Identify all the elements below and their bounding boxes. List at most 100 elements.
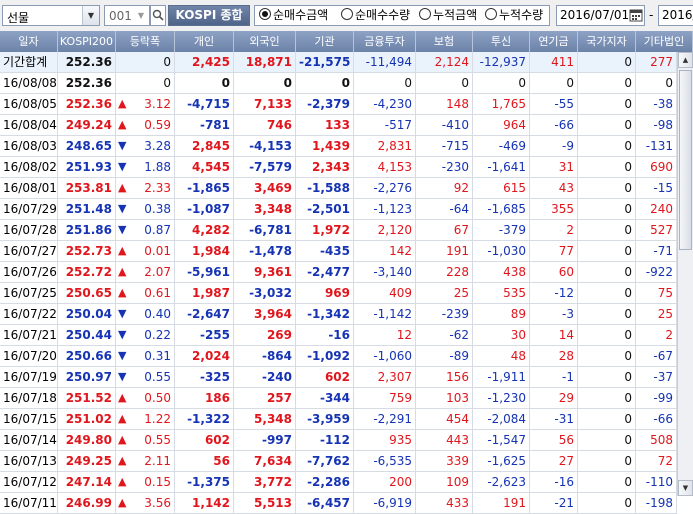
table-row[interactable]: 16/07/28 251.86 0.87 ▼ 4,282 -6,781 1,972 2,120… <box>0 220 677 241</box>
other-corp-cell: -15 <box>636 178 677 198</box>
index-button[interactable]: KOSPI 종합 <box>168 5 250 26</box>
radio-unchecked-icon <box>485 8 497 20</box>
calendar-icon[interactable] <box>629 8 643 22</box>
table-row[interactable]: 16/07/22 250.04 0.40 ▼ -2,647 3,964 -1,342 -1,1… <box>0 304 677 325</box>
table-row[interactable]: 16/07/20 250.66 0.31 ▼ 2,024 -864 -1,092 -1,060… <box>0 346 677 367</box>
change-cell: 0.59 ▲ <box>116 115 175 135</box>
table-row[interactable]: 16/07/14 249.80 0.55 ▲ 602 -997 -112 935 443 -1,5… <box>0 430 677 451</box>
kospi200-cell: 250.66 <box>58 346 116 366</box>
table-row[interactable]: 16/08/03 248.65 3.28 ▼ 2,845 -4,153 1,439 2,831… <box>0 136 677 157</box>
date-cell: 16/07/22 <box>0 304 58 324</box>
date-cell: 16/07/26 <box>0 262 58 282</box>
date-cell: 16/07/14 <box>0 430 58 450</box>
code-select[interactable]: 001 ▼ <box>104 5 150 26</box>
table-row[interactable]: 16/07/12 247.14 0.15 ▲ -1,375 3,772 -2,286 200 1… <box>0 472 677 493</box>
column-header[interactable]: 등락폭 <box>116 31 175 52</box>
investment-trust-cell: 48 <box>473 346 530 366</box>
government-cell: 0 <box>578 199 636 219</box>
insurance-cell: -239 <box>416 304 473 324</box>
table-row[interactable]: 16/07/27 252.73 0.01 ▲ 1,984 -1,478 -435 142 191… <box>0 241 677 262</box>
table-row[interactable]: 16/07/18 251.52 0.50 ▲ 186 257 -344 759 103 -1,23… <box>0 388 677 409</box>
column-header[interactable]: 일자 <box>0 31 58 52</box>
date-to-field[interactable]: 2016/ <box>658 5 693 26</box>
pension-cell: 27 <box>530 451 578 471</box>
date-from-field[interactable]: 2016/07/01 <box>556 5 645 26</box>
change-cell: 0 <box>116 52 175 72</box>
date-cell: 16/07/28 <box>0 220 58 240</box>
radio-unchecked-icon <box>419 8 431 20</box>
individual-cell: -325 <box>175 367 234 387</box>
table-row[interactable]: 16/07/15 251.02 1.22 ▲ -1,322 5,348 -3,959 -2,2… <box>0 409 677 430</box>
column-header[interactable]: 외국인 <box>234 31 296 52</box>
individual-cell: 2,425 <box>175 52 234 72</box>
financial-invest-cell: -2,276 <box>354 178 416 198</box>
financial-invest-cell: -1,123 <box>354 199 416 219</box>
table-row[interactable]: 16/07/21 250.44 0.22 ▼ -255 269 -16 12 -62 30 14 0 2 <box>0 325 677 346</box>
foreign-cell: -997 <box>234 430 296 450</box>
pension-cell: -31 <box>530 409 578 429</box>
date-cell: 16/07/21 <box>0 325 58 345</box>
individual-cell: -1,087 <box>175 199 234 219</box>
date-cell: 16/07/19 <box>0 367 58 387</box>
table-row[interactable]: 16/07/26 252.72 2.07 ▲ -5,961 9,361 -2,477 -3,1… <box>0 262 677 283</box>
column-header[interactable]: 금융투자 <box>354 31 416 52</box>
foreign-cell: 269 <box>234 325 296 345</box>
radio-net-buy-qty[interactable]: 순매수수량 <box>341 6 410 25</box>
insurance-cell: 67 <box>416 220 473 240</box>
investment-trust-cell: -2,623 <box>473 472 530 492</box>
column-header[interactable]: 연기금 <box>530 31 578 52</box>
table-row[interactable]: 16/08/05 252.36 3.12 ▲ -4,715 7,133 -2,379 -4,2… <box>0 94 677 115</box>
table-row[interactable]: 16/07/25 250.65 0.61 ▲ 1,987 -3,032 969 409 25 53… <box>0 283 677 304</box>
table-row[interactable]: 16/07/13 249.25 2.11 ▲ 56 7,634 -7,762 -6,535 33… <box>0 451 677 472</box>
up-arrow-icon: ▲ <box>118 391 127 404</box>
up-arrow-icon: ▲ <box>118 475 127 488</box>
search-button[interactable] <box>150 5 166 26</box>
change-cell: 0.61 ▲ <box>116 283 175 303</box>
market-select[interactable]: 선물 ▼ <box>2 5 100 26</box>
other-corp-cell: -110 <box>636 472 677 492</box>
pension-cell: -66 <box>530 115 578 135</box>
chevron-down-icon[interactable]: ▼ <box>133 6 149 25</box>
scroll-thumb[interactable] <box>679 70 692 250</box>
table-row[interactable]: 16/08/02 251.93 1.88 ▼ 4,545 -7,579 2,343 4,153… <box>0 157 677 178</box>
summary-row[interactable]: 기간합계 252.36 0 2,425 18,871 -21,575 -11,494 2,12… <box>0 52 677 73</box>
table-row[interactable]: 16/08/04 249.24 0.59 ▲ -781 746 133 -517 -410 964… <box>0 115 677 136</box>
insurance-cell: 25 <box>416 283 473 303</box>
table-row[interactable]: 16/07/29 251.48 0.38 ▼ -1,087 3,348 -2,501 -1,1… <box>0 199 677 220</box>
kospi200-cell: 249.25 <box>58 451 116 471</box>
table-row[interactable]: 16/07/19 250.97 0.55 ▼ -325 -240 602 2,307 156 -1… <box>0 367 677 388</box>
chevron-down-icon[interactable]: ▼ <box>82 6 99 25</box>
individual-cell: -2,647 <box>175 304 234 324</box>
column-header[interactable]: 개인 <box>175 31 234 52</box>
government-cell: 0 <box>578 367 636 387</box>
scroll-up-icon[interactable]: ▲ <box>678 52 693 68</box>
institution-cell: -16 <box>296 325 354 345</box>
government-cell: 0 <box>578 409 636 429</box>
column-header[interactable]: KOSPI200 <box>58 31 116 52</box>
column-header[interactable]: 기타법인 <box>636 31 693 52</box>
pension-cell: 2 <box>530 220 578 240</box>
change-cell: 2.11 ▲ <box>116 451 175 471</box>
column-header[interactable]: 기관 <box>296 31 354 52</box>
up-arrow-icon: ▲ <box>118 412 127 425</box>
financial-invest-cell: 2,831 <box>354 136 416 156</box>
scroll-down-icon[interactable]: ▼ <box>678 480 693 496</box>
kospi200-cell: 249.80 <box>58 430 116 450</box>
table-row[interactable]: 16/08/01 253.81 2.33 ▲ -1,865 3,469 -1,588 -2,2… <box>0 178 677 199</box>
column-header[interactable]: 보험 <box>416 31 473 52</box>
other-corp-cell: 508 <box>636 430 677 450</box>
column-header[interactable]: 투신 <box>473 31 530 52</box>
other-corp-cell: -71 <box>636 241 677 261</box>
pension-cell: 60 <box>530 262 578 282</box>
up-arrow-icon: ▲ <box>118 433 127 446</box>
radio-net-buy-amount[interactable]: 순매수금액 <box>259 6 328 25</box>
table-row[interactable]: 16/08/08 252.36 0 0 0 0 0 0 0 0 0 0 <box>0 73 677 94</box>
vertical-scrollbar[interactable]: ▲ ▼ <box>677 52 693 496</box>
column-header[interactable]: 국가지자 <box>578 31 636 52</box>
financial-invest-cell: -3,140 <box>354 262 416 282</box>
radio-cum-amount[interactable]: 누적금액 <box>419 6 477 25</box>
insurance-cell: 92 <box>416 178 473 198</box>
radio-cum-qty[interactable]: 누적수량 <box>485 6 543 25</box>
table-row[interactable]: 16/07/11 246.99 3.56 ▲ 1,142 5,513 -6,457 -6,91… <box>0 493 677 514</box>
insurance-cell: 433 <box>416 493 473 513</box>
